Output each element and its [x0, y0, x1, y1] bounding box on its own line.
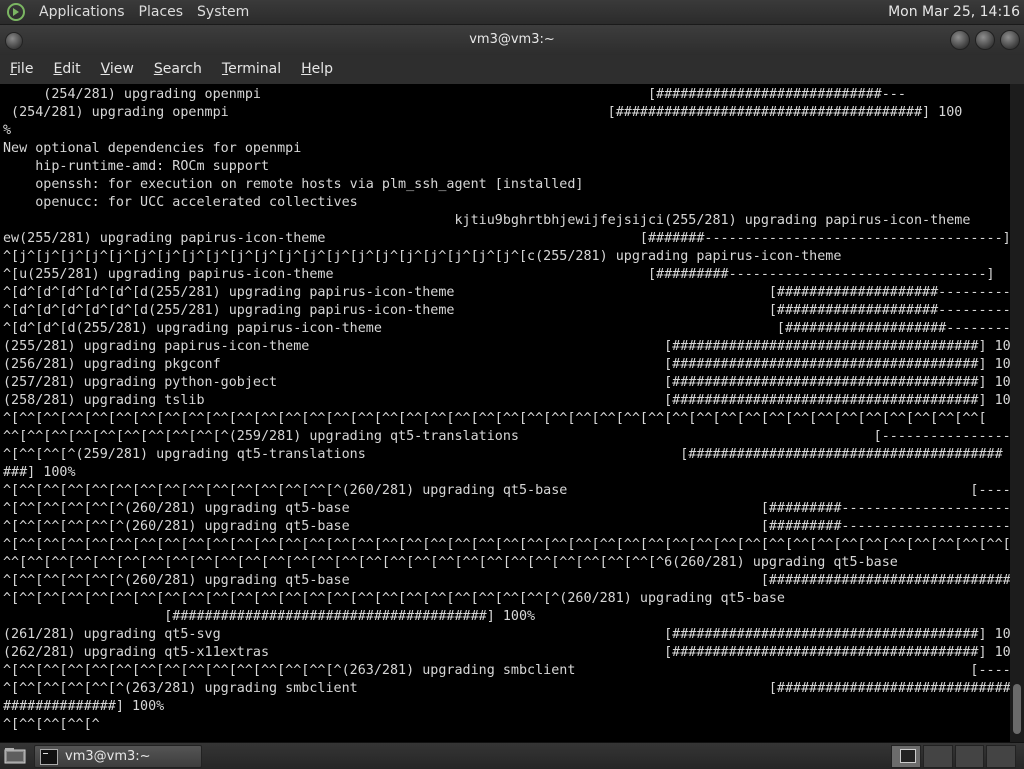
- menu-view-label: iew: [109, 61, 134, 77]
- workspace-switcher[interactable]: [891, 745, 1018, 768]
- menu-view-mnemonic: V: [100, 61, 110, 77]
- terminal-output[interactable]: (254/281) upgrading openmpi [###########…: [0, 84, 1010, 742]
- terminal-line: (254/281) upgrading openmpi [###########…: [3, 105, 963, 120]
- places-menu[interactable]: Places: [132, 0, 191, 24]
- distro-logo-icon[interactable]: [6, 2, 26, 22]
- terminal-line: [#######################################…: [3, 609, 536, 624]
- terminal-line: ^[^^[^^[^^[^^[^^[^^[^^[^^[^^[^^[^^[^^[^^…: [3, 663, 1010, 678]
- workspace-4[interactable]: [986, 745, 1016, 768]
- workspace-2[interactable]: [922, 745, 953, 768]
- terminal-line: ^[^^[^^[^(259/281) upgrading qt5-transla…: [3, 447, 1003, 462]
- menu-search-mnemonic: S: [153, 61, 163, 77]
- close-button[interactable]: [1000, 30, 1020, 50]
- menu-file-mnemonic: F: [10, 61, 18, 77]
- minimize-button[interactable]: [950, 30, 970, 50]
- menu-edit-mnemonic: E: [53, 61, 63, 77]
- terminal-line: ^[^^[^^[^^[^^[^^[^^[^^[^^[^^[^^[^^[^^[^^…: [3, 483, 1010, 498]
- terminal-line: ^[u(255/281) upgrading papirus-icon-them…: [3, 267, 995, 282]
- terminal-line: ^[j^[j^[j^[j^[j^[j^[j^[j^[j^[j^[j^[j^[j^…: [3, 249, 842, 264]
- terminal-line: (255/281) upgrading papirus-icon-theme […: [3, 339, 1010, 354]
- terminal-line: (261/281) upgrading qt5-svg [###########…: [3, 627, 1010, 642]
- window-titlebar[interactable]: vm3@vm3:~: [0, 25, 1024, 55]
- terminal-line: ^[^^[^^[^^[^^[^(260/281) upgrading qt5-b…: [3, 573, 1010, 588]
- menu-edit-label: dit: [62, 61, 81, 77]
- terminal-scrollbar[interactable]: [1010, 84, 1024, 742]
- taskbar-button-terminal[interactable]: vm3@vm3:~: [34, 745, 202, 768]
- menu-search[interactable]: Search: [144, 55, 212, 84]
- terminal-line: openssh: for execution on remote hosts v…: [3, 177, 584, 192]
- clock[interactable]: Mon Mar 25, 14:16: [888, 4, 1024, 20]
- maximize-button[interactable]: [975, 30, 995, 50]
- terminal-line: hip-runtime-amd: ROCm support: [3, 159, 270, 174]
- menu-search-label: earch: [162, 61, 202, 77]
- scrollbar-thumb[interactable]: [1013, 684, 1021, 734]
- window-title: vm3@vm3:~: [469, 32, 555, 47]
- terminal-line: ^[^^[^^[^^[^^[^^[^^[^^[^^[^^[^^[^^[^^[^^…: [3, 537, 1010, 552]
- terminal-line: ew(255/281) upgrading papirus-icon-theme…: [3, 231, 1010, 246]
- terminal-line: ^[^^[^^[^^[^: [3, 717, 100, 732]
- terminal-line: %: [3, 123, 12, 138]
- terminal-line: kjtiu9bghrtbhjewijfejsijci(255/281) upgr…: [3, 213, 971, 228]
- workspace-3[interactable]: [954, 745, 985, 768]
- applications-menu[interactable]: Applications: [32, 0, 132, 24]
- terminal-line: (256/281) upgrading pkgconf [###########…: [3, 357, 1010, 372]
- menu-file[interactable]: File: [0, 55, 43, 84]
- terminal-line: ###] 100%: [3, 465, 76, 480]
- menu-help-label: elp: [311, 61, 334, 77]
- terminal-text[interactable]: (254/281) upgrading openmpi [###########…: [0, 84, 1010, 734]
- menu-terminal-label: erminal: [228, 61, 282, 77]
- terminal-line: ##############] 100%: [3, 699, 165, 714]
- terminal-line: ^[^^[^^[^^[^^[^^[^^[^^[^^[^^[^^[^^[^^[^^…: [3, 591, 785, 606]
- workspace-1[interactable]: [891, 745, 921, 768]
- terminal-line: ^[^^[^^[^^[^^[^^[^^[^^[^^[^^[^^[^^[^^[^^…: [3, 411, 987, 426]
- menu-help[interactable]: Help: [291, 55, 343, 84]
- menu-view[interactable]: View: [91, 55, 144, 84]
- terminal-line: (254/281) upgrading openmpi [###########…: [3, 87, 906, 102]
- terminal-icon: [40, 748, 58, 765]
- terminal-line: New optional dependencies for openmpi: [3, 141, 302, 156]
- terminal-line: ^[^^[^^[^^[^^[^(260/281) upgrading qt5-b…: [3, 519, 1010, 534]
- workspace-window-icon: [900, 749, 916, 763]
- terminal-line: ^[d^[d^[d^[d^[d^[d(255/281) upgrading pa…: [3, 303, 1010, 318]
- terminal-line: ^[d^[d^[d^[d^[d^[d(255/281) upgrading pa…: [3, 285, 1010, 300]
- terminal-line: ^[^^[^^[^^[^^[^(263/281) upgrading smbcl…: [3, 681, 1010, 696]
- terminal-line: ^[^^[^^[^^[^^[^(260/281) upgrading qt5-b…: [3, 501, 1010, 516]
- top-panel: Applications Places System Mon Mar 25, 1…: [0, 0, 1024, 25]
- terminal-line: ^[d^[d^[d(255/281) upgrading papirus-ico…: [3, 321, 1010, 336]
- terminal-line: ^^[^^[^^[^^[^^[^^[^^[^^[^^[^(259/281) up…: [3, 429, 1010, 444]
- menu-edit[interactable]: Edit: [43, 55, 90, 84]
- terminal-line: openucc: for UCC accelerated collectives: [3, 195, 358, 210]
- menu-terminal[interactable]: Terminal: [212, 55, 291, 84]
- show-desktop-icon[interactable]: [4, 747, 26, 765]
- menu-file-label: ile: [17, 61, 34, 77]
- terminal-line: ^^[^^[^^[^^[^^[^^[^^[^^[^^[^^[^^[^^[^^[^…: [3, 555, 898, 570]
- bottom-panel: vm3@vm3:~: [0, 742, 1024, 769]
- terminal-line: (257/281) upgrading python-gobject [####…: [3, 375, 1010, 390]
- menu-help-mnemonic: H: [301, 61, 312, 77]
- system-menu[interactable]: System: [190, 0, 256, 24]
- terminal-menubar: File Edit View Search Terminal Help: [0, 55, 1024, 84]
- terminal-line: (262/281) upgrading qt5-x11extras [#####…: [3, 645, 1010, 660]
- taskbar-button-label: vm3@vm3:~: [65, 749, 151, 764]
- terminal-line: (258/281) upgrading tslib [#############…: [3, 393, 1010, 408]
